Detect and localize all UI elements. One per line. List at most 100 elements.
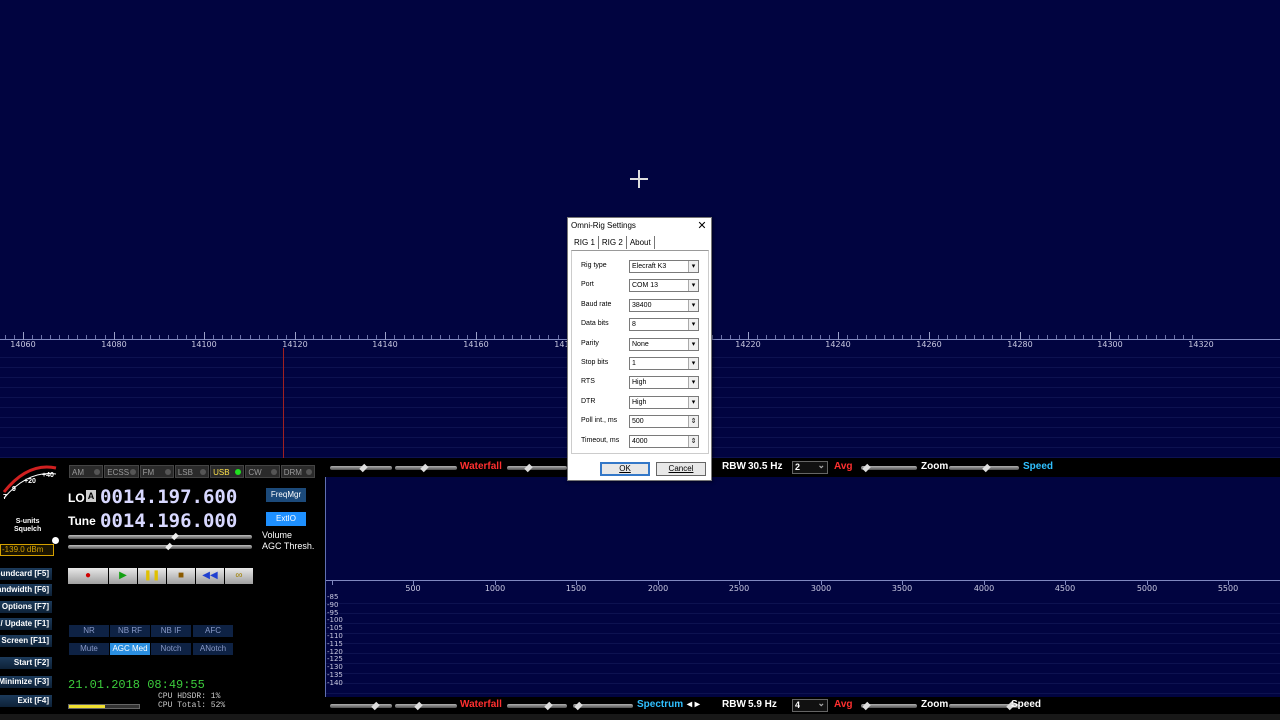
mode-ecss-button[interactable]: ECSS	[104, 465, 139, 478]
db-label: -130	[327, 663, 343, 671]
play-icon[interactable]: ▶	[109, 568, 137, 584]
squelch-dbm-readout[interactable]: -139.0 dBm	[0, 544, 54, 556]
waterfall-speed-slider[interactable]	[949, 463, 1019, 473]
field-timeout-msselect[interactable]: 4000 ⇕	[629, 434, 699, 448]
frequency-tick	[449, 335, 450, 339]
field-row: Data bits 8 ▾	[581, 318, 701, 332]
chevron-down-icon[interactable]: ▾	[688, 261, 698, 272]
spin-arrows-icon[interactable]: ⇕	[688, 435, 698, 447]
tab-about[interactable]: About	[627, 236, 655, 249]
audio-spectrum-display[interactable]: 500 1000 1500 2000 2500 3000 3500 4000 4500 5000 5…	[325, 477, 1280, 697]
audio-frequency-label: 500	[405, 584, 421, 593]
frequency-tick	[1011, 335, 1012, 339]
field-data-bitsselect[interactable]: 8 ▾	[629, 318, 699, 332]
field-row: DTR High ▾	[581, 395, 701, 409]
s-meter: +20 +40 9 7 S-units Squelch	[0, 460, 62, 533]
field-dtrselect[interactable]: High ▾	[629, 395, 699, 409]
ok-button[interactable]: OK	[600, 462, 650, 476]
field-portselect[interactable]: COM 13 ▾	[629, 279, 699, 293]
waterfall-zoom-slider[interactable]	[861, 463, 917, 473]
tuned-frequency-marker[interactable]	[283, 348, 284, 458]
field-rig-typeselect[interactable]: Elecraft K3 ▾	[629, 260, 699, 273]
side-button-6[interactable]: Minimize [F3]	[0, 676, 52, 688]
chevron-down-icon[interactable]: ▾	[688, 396, 698, 408]
agc-threshold-slider[interactable]	[68, 542, 252, 551]
extio-button[interactable]: ExtIO	[266, 512, 306, 526]
tab-rig-1[interactable]: RIG 1	[571, 236, 599, 249]
dsp-nr-button[interactable]: NR	[69, 625, 109, 637]
dsp-agc-med-button[interactable]: AGC Med	[110, 643, 150, 655]
mode-am-button[interactable]: AM	[69, 465, 104, 478]
dsp-anotch-button[interactable]: ANotch	[193, 643, 233, 655]
record-icon[interactable]: ●	[68, 568, 108, 584]
frequency-tick	[376, 335, 377, 339]
frequency-tick	[784, 335, 785, 339]
s-meter-caption: S-units Squelch	[14, 518, 41, 534]
frequency-tick	[938, 335, 939, 339]
mode-drm-button[interactable]: DRM	[280, 465, 315, 478]
audio-brightness-slider[interactable]	[395, 701, 457, 711]
chevron-down-icon[interactable]: ▾	[688, 280, 698, 292]
lo-vfo-badge[interactable]: A	[86, 490, 96, 502]
audio-level-slider[interactable]	[573, 701, 633, 711]
mode-fm-button[interactable]: FM	[139, 465, 174, 478]
side-button-5[interactable]: Start [F2]	[0, 657, 52, 669]
field-baud-rateselect[interactable]: 38400 ▾	[629, 298, 699, 312]
audio-zoom-slider[interactable]	[861, 701, 917, 711]
chevron-down-icon[interactable]: ▾	[688, 299, 698, 311]
audio-range-slider[interactable]	[507, 701, 567, 711]
chevron-down-icon[interactable]: ▾	[688, 358, 698, 369]
spectrum-scroll-arrows[interactable]: ◂ ▸	[687, 699, 700, 710]
field-parityselect[interactable]: None ▾	[629, 337, 699, 351]
volume-slider[interactable]	[68, 532, 252, 541]
side-button-0[interactable]: Soundcard [F5]	[0, 568, 52, 580]
chevron-down-icon[interactable]: ▾	[688, 319, 698, 331]
tab-rig-2[interactable]: RIG 2	[599, 236, 627, 249]
lo-frequency[interactable]: 0014.197.600	[100, 486, 237, 508]
stop-icon[interactable]: ■	[167, 568, 195, 584]
frequency-tick	[14, 335, 15, 339]
mode-cw-button[interactable]: CW	[245, 465, 280, 478]
waterfall-contrast-slider[interactable]	[330, 463, 392, 473]
spin-arrows-icon[interactable]: ⇕	[688, 416, 698, 428]
field-rtsselect[interactable]: High ▾	[629, 376, 699, 390]
waterfall-avg-select[interactable]: 2	[792, 460, 828, 474]
pause-icon[interactable]: ❚❚	[138, 568, 166, 584]
dsp-notch-button[interactable]: Notch	[151, 643, 191, 655]
squelch-knob[interactable]	[52, 537, 59, 544]
frequency-tick	[1128, 335, 1129, 339]
waterfall-brightness-slider[interactable]	[395, 463, 457, 473]
dsp-nb-rf-button[interactable]: NB RF	[110, 625, 150, 637]
chevron-down-icon[interactable]: ▾	[688, 377, 698, 389]
waterfall-range-slider[interactable]	[507, 463, 567, 473]
dsp-mute-button[interactable]: Mute	[69, 643, 109, 655]
side-button-2[interactable]: Options [F7]	[0, 601, 52, 613]
frequency-tick	[105, 335, 106, 339]
tune-frequency[interactable]: 0014.196.000	[100, 510, 237, 532]
squelch-label[interactable]: Squelch	[14, 526, 41, 534]
mode-lsb-button[interactable]: LSB	[174, 465, 210, 478]
audio-avg-select[interactable]: 4	[792, 698, 828, 712]
audio-contrast-slider[interactable]	[330, 701, 392, 711]
frequency-tick	[503, 335, 504, 339]
side-button-4[interactable]: Full Screen [F11]	[0, 635, 52, 647]
audio-speed-slider[interactable]	[949, 701, 1019, 711]
dsp-afc-button[interactable]: AFC	[193, 625, 233, 637]
dsp-nb-if-button[interactable]: NB IF	[151, 625, 191, 637]
cancel-button[interactable]: Cancel	[656, 462, 706, 476]
side-button-7[interactable]: Exit [F4]	[0, 695, 52, 707]
chevron-down-icon[interactable]: ▾	[688, 338, 698, 350]
field-row: RTS High ▾	[581, 376, 701, 390]
side-button-1[interactable]: Bandwidth [F6]	[0, 584, 52, 596]
freqmgr-button[interactable]: FreqMgr	[266, 488, 306, 502]
side-button-3[interactable]: Help / Update [F1]	[0, 618, 52, 630]
field-poll-int-msselect[interactable]: 500 ⇕	[629, 415, 699, 429]
close-icon[interactable]: ✕	[697, 219, 707, 232]
taskbar	[0, 714, 1280, 720]
loop-icon[interactable]: ∞	[225, 568, 253, 584]
frequency-tick	[875, 335, 876, 339]
mode-usb-button[interactable]: USB	[210, 465, 245, 478]
rewind-icon[interactable]: ◀◀	[196, 568, 224, 584]
field-stop-bitsselect[interactable]: 1 ▾	[629, 357, 699, 370]
mode-label: AM	[72, 468, 84, 477]
